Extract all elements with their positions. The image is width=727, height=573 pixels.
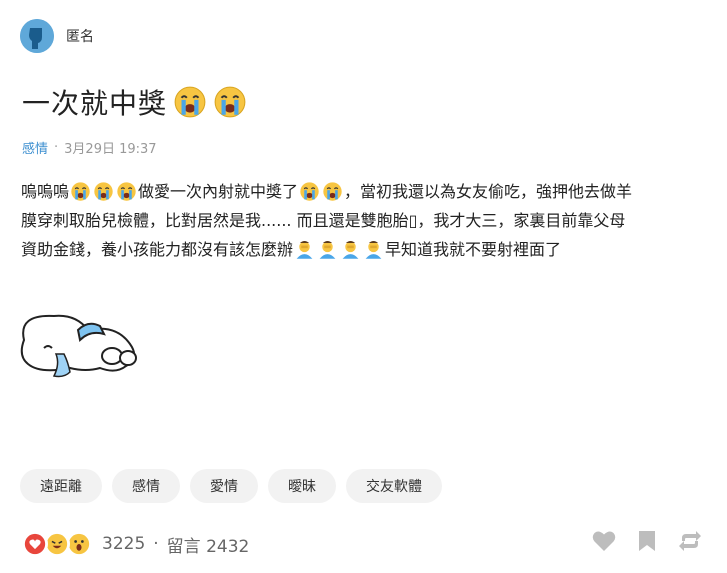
crying-face-icon bbox=[117, 182, 136, 201]
crying-cat-sticker-icon bbox=[20, 314, 137, 378]
post-actions bbox=[592, 530, 702, 552]
post-body: 嗚嗚嗚 做愛一次內射就中獎了 ，當初我還以為女友偷吃，強押他去做羊 膜穿刺取胎兒… bbox=[21, 177, 711, 264]
body-text: ，當初我還以為女友偷吃，強押他去做羊 bbox=[344, 182, 633, 201]
share-repost-icon[interactable] bbox=[678, 530, 702, 552]
person-facepalm-icon bbox=[319, 240, 336, 259]
engagement-counts: 3225 · 留言 2432 bbox=[102, 532, 249, 557]
body-line: 膜穿刺取胎兒檢體，比對居然是我...... 而且還是雙胞胎▯，我才大三，家裏目前… bbox=[21, 206, 711, 235]
like-heart-icon[interactable] bbox=[592, 530, 616, 552]
tag-chip[interactable]: 交友軟體 bbox=[346, 469, 442, 503]
crying-face-icon bbox=[300, 182, 319, 201]
person-facepalm-icon bbox=[342, 240, 359, 259]
reaction-count[interactable]: 3225 bbox=[102, 534, 145, 554]
person-facepalm-icon bbox=[365, 240, 382, 259]
post-meta: 感情 · 3月29日 19:37 bbox=[22, 138, 157, 157]
post-title-row: 一次就中獎 bbox=[22, 82, 247, 122]
anonymous-avatar-icon[interactable] bbox=[20, 19, 54, 53]
tag-chip[interactable]: 遠距離 bbox=[20, 469, 102, 503]
tag-chip[interactable]: 感情 bbox=[112, 469, 180, 503]
post-datetime: 3月29日 19:37 bbox=[64, 142, 157, 157]
person-facepalm-icon bbox=[296, 240, 313, 259]
body-text: 嗚嗚嗚 bbox=[21, 182, 70, 201]
author-name[interactable]: 匿名 bbox=[66, 26, 94, 46]
body-text: 早知道我就不要射裡面了 bbox=[385, 240, 562, 259]
tag-chip[interactable]: 愛情 bbox=[190, 469, 258, 503]
crying-face-icon bbox=[214, 86, 246, 118]
body-text: 膜穿刺取胎兒檢體，比對居然是我...... 而且還是雙胞胎▯，我才大三，家裏目前… bbox=[21, 211, 626, 230]
body-text: 做愛一次內射就中獎了 bbox=[138, 182, 299, 201]
body-line: 嗚嗚嗚 做愛一次內射就中獎了 ，當初我還以為女友偷吃，強押他去做羊 bbox=[21, 177, 711, 206]
crying-face-icon bbox=[94, 182, 113, 201]
tag-chip[interactable]: 曖昧 bbox=[268, 469, 336, 503]
heart-reaction-icon bbox=[22, 531, 48, 557]
board-link[interactable]: 感情 bbox=[22, 138, 48, 157]
author-header: 匿名 bbox=[20, 19, 94, 53]
crying-face-icon bbox=[323, 182, 342, 201]
tag-list: 遠距離 感情 愛情 曖昧 交友軟體 bbox=[20, 469, 442, 503]
comment-count[interactable]: 留言 2432 bbox=[167, 532, 250, 557]
body-line: 資助金錢，養小孩能力都沒有該怎麼辦 早知道我就不要射裡面了 bbox=[21, 235, 711, 264]
crying-face-icon bbox=[174, 86, 206, 118]
post-title: 一次就中獎 bbox=[22, 87, 168, 120]
crying-face-icon bbox=[71, 182, 90, 201]
meta-separator: · bbox=[54, 140, 59, 155]
count-separator: · bbox=[153, 534, 159, 554]
reaction-summary[interactable] bbox=[22, 531, 92, 557]
body-text: 資助金錢，養小孩能力都沒有該怎麼辦 bbox=[21, 240, 294, 259]
bookmark-icon[interactable] bbox=[638, 530, 656, 552]
post-footer: 3225 · 留言 2432 bbox=[22, 530, 712, 558]
